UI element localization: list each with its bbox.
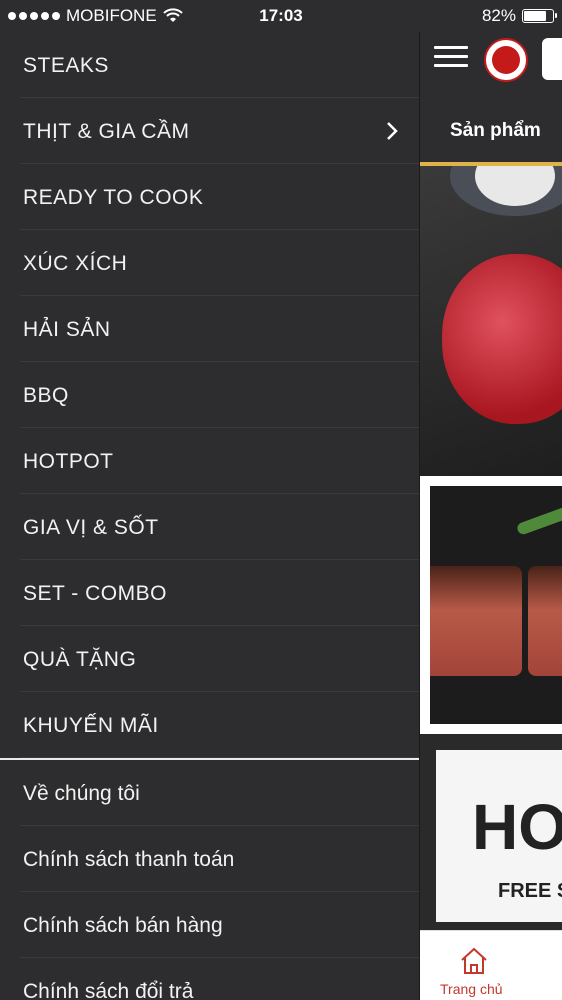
chevron-right-icon[interactable] bbox=[385, 120, 399, 142]
menu-item-label: STEAKS bbox=[23, 54, 109, 77]
menu-item-category[interactable]: HOTPOT bbox=[20, 428, 419, 494]
info-list: Về chúng tôi Chính sách thanh toán Chính s… bbox=[0, 760, 419, 1000]
clock: 17:03 bbox=[259, 6, 303, 25]
menu-item-category[interactable]: XÚC XÍCH bbox=[20, 230, 419, 296]
category-list: STEAKS THỊT & GIA CẦM READY TO COOK XÚC XÍC… bbox=[0, 32, 419, 758]
menu-item-label: Chính sách thanh toán bbox=[23, 848, 235, 871]
banner-steak-image[interactable] bbox=[426, 482, 562, 728]
menu-item-category[interactable]: QUÀ TẶNG bbox=[20, 626, 419, 692]
banner-title: HOI bbox=[472, 791, 562, 863]
menu-item-info[interactable]: Chính sách đổi trả bbox=[20, 958, 419, 1000]
menu-item-label: SET - COMBO bbox=[23, 582, 167, 605]
search-input[interactable] bbox=[542, 38, 562, 80]
menu-item-category[interactable]: SET - COMBO bbox=[20, 560, 419, 626]
menu-item-label: GIA VỊ & SỐT bbox=[23, 516, 159, 539]
menu-item-category[interactable]: HẢI SẢN bbox=[20, 296, 419, 362]
tab-bar: Sản phẩm bbox=[420, 88, 562, 167]
app-header bbox=[420, 32, 562, 88]
nav-home-label[interactable]: Trang chủ bbox=[440, 981, 503, 997]
menu-item-label: THỊT & GIA CẦM bbox=[23, 120, 190, 143]
menu-item-label: XÚC XÍCH bbox=[23, 252, 128, 275]
menu-item-label: READY TO COOK bbox=[23, 186, 204, 209]
banner-subtitle: FREE S bbox=[498, 880, 562, 902]
menu-item-label: QUÀ TẶNG bbox=[23, 648, 137, 671]
tab-products[interactable]: Sản phẩm bbox=[450, 120, 541, 142]
battery-info: 82% bbox=[481, 6, 557, 26]
status-bar: MOBIFONE 17:03 82% bbox=[0, 0, 562, 32]
menu-item-info[interactable]: Chính sách thanh toán bbox=[20, 826, 419, 892]
menu-item-label: Chính sách bán hàng bbox=[23, 914, 223, 937]
battery-icon bbox=[522, 9, 557, 23]
menu-item-label: BBQ bbox=[23, 384, 69, 407]
menu-item-category[interactable]: THỊT & GIA CẦM bbox=[20, 98, 419, 164]
menu-item-category[interactable]: GIA VỊ & SỐT bbox=[20, 494, 419, 560]
banner-meat-image[interactable] bbox=[420, 166, 562, 476]
menu-item-label: HOTPOT bbox=[23, 450, 114, 473]
menu-item-label: Chính sách đổi trả bbox=[23, 980, 194, 1000]
menu-item-label: HẢI SẢN bbox=[23, 318, 111, 341]
brand-logo[interactable] bbox=[484, 38, 528, 82]
menu-item-label: KHUYẾN MÃI bbox=[23, 714, 159, 737]
menu-item-category[interactable]: READY TO COOK bbox=[20, 164, 419, 230]
menu-icon[interactable] bbox=[434, 46, 468, 68]
menu-item-label: Về chúng tôi bbox=[23, 782, 140, 805]
menu-item-category[interactable]: STEAKS bbox=[20, 32, 419, 98]
menu-item-info[interactable]: Về chúng tôi bbox=[20, 760, 419, 826]
bottom-nav: Trang chủ bbox=[420, 930, 562, 1000]
home-icon[interactable] bbox=[458, 945, 490, 977]
banner-hotpot[interactable]: HOI FREE S bbox=[420, 734, 562, 930]
menu-item-category[interactable]: KHUYẾN MÃI bbox=[20, 692, 419, 758]
menu-item-category[interactable]: BBQ bbox=[20, 362, 419, 428]
side-drawer: STEAKS THỊT & GIA CẦM READY TO COOK XÚC XÍC… bbox=[0, 32, 419, 1000]
main-content: Sản phẩm HOI FREE S Trang chủ bbox=[419, 32, 562, 1000]
battery-percent: 82% bbox=[481, 6, 516, 25]
menu-item-info[interactable]: Chính sách bán hàng bbox=[20, 892, 419, 958]
